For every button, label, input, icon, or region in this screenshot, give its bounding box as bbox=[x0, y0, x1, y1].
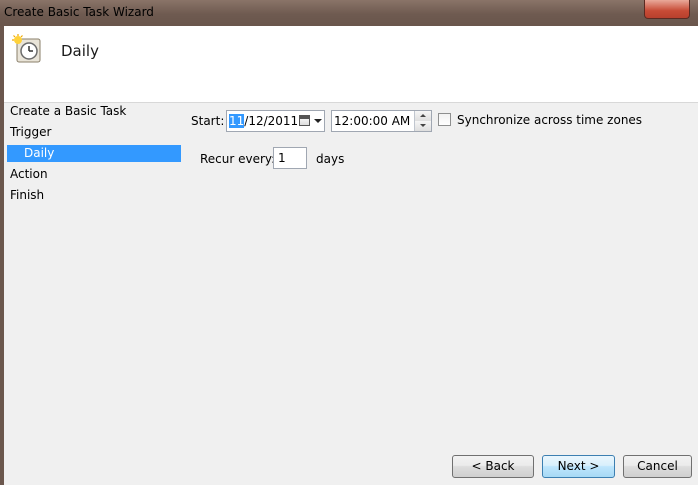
start-date-value[interactable]: 11/12/2011 bbox=[229, 114, 298, 128]
step-daily[interactable]: Daily bbox=[7, 145, 181, 162]
title-bar[interactable]: Create Basic Task Wizard bbox=[0, 0, 698, 26]
step-finish[interactable]: Finish bbox=[10, 187, 44, 204]
wizard-window: Create Basic Task Wizard Daily Create a … bbox=[0, 0, 698, 485]
cancel-button[interactable]: Cancel bbox=[623, 455, 692, 478]
calendar-icon[interactable] bbox=[299, 115, 310, 126]
start-time-picker[interactable]: 12:00:00 AM bbox=[331, 110, 432, 132]
time-spinner[interactable] bbox=[414, 111, 431, 131]
window-title: Create Basic Task Wizard bbox=[4, 5, 154, 19]
spin-down-button[interactable] bbox=[415, 121, 431, 131]
close-button[interactable] bbox=[644, 0, 690, 19]
synchronize-checkbox[interactable] bbox=[438, 113, 451, 126]
recur-every-value[interactable]: 1 bbox=[278, 151, 286, 165]
start-time-value[interactable]: 12:00:00 AM bbox=[334, 114, 410, 128]
recur-every-label: Recur every: bbox=[200, 152, 276, 166]
start-label: Start: bbox=[191, 114, 225, 128]
next-button[interactable]: Next > bbox=[542, 455, 615, 478]
recur-every-input[interactable]: 1 bbox=[273, 147, 307, 169]
task-clock-icon bbox=[12, 34, 41, 63]
chevron-down-icon[interactable] bbox=[314, 119, 322, 123]
step-action[interactable]: Action bbox=[10, 166, 48, 183]
page-title: Daily bbox=[61, 42, 99, 60]
start-date-picker[interactable]: 11/12/2011 bbox=[226, 110, 325, 132]
wizard-header: Daily bbox=[4, 26, 698, 103]
start-date-month-selected: 11 bbox=[229, 114, 245, 128]
recur-unit-label: days bbox=[316, 152, 345, 166]
step-trigger[interactable]: Trigger bbox=[10, 124, 51, 141]
step-create-basic-task[interactable]: Create a Basic Task bbox=[10, 103, 126, 120]
start-date-rest: /12/2011 bbox=[244, 114, 299, 128]
back-button[interactable]: < Back bbox=[452, 455, 534, 478]
synchronize-label[interactable]: Synchronize across time zones bbox=[457, 112, 642, 129]
